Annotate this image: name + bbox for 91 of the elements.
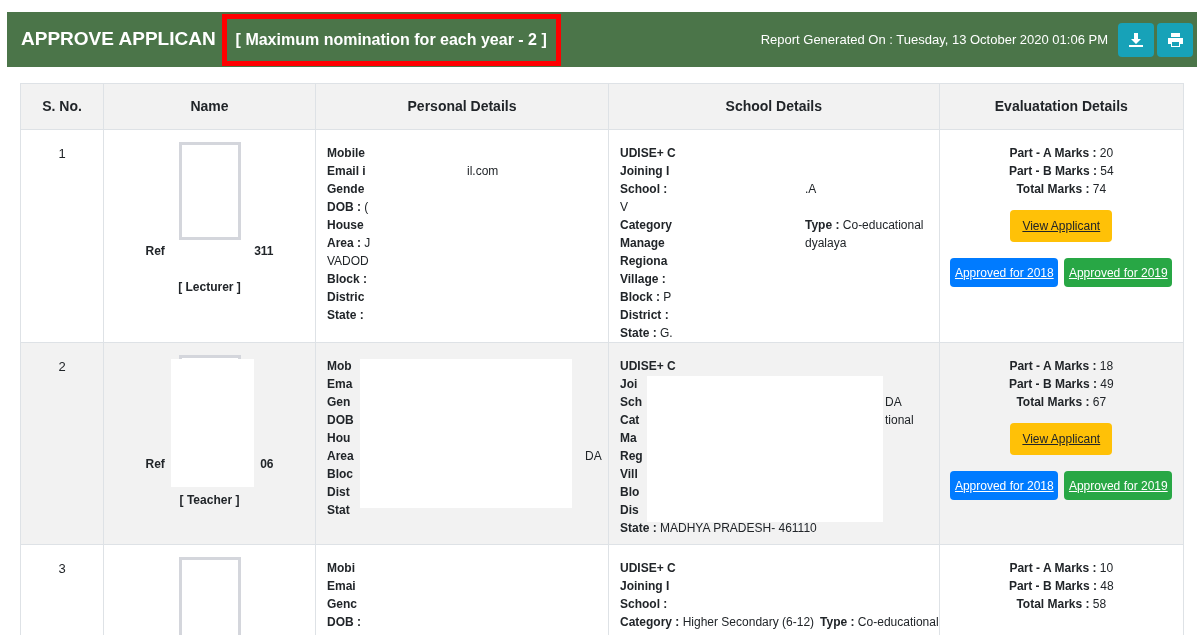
- marks-text: Part - A Marks : 20: [1009, 145, 1114, 162]
- detail-text: Stat: [327, 503, 350, 517]
- detail-text: DOB: [327, 413, 354, 427]
- detail-text: State : MADHYA PRADESH- 461110: [620, 521, 817, 535]
- detail-text: Joi: [620, 377, 638, 391]
- download-icon: [1129, 32, 1143, 47]
- detail-text: DA: [585, 448, 602, 465]
- detail-text: State : G.: [620, 326, 673, 340]
- detail-text: Cat: [620, 413, 640, 427]
- detail-text: Joining I: [620, 164, 670, 178]
- detail-text: Reg: [620, 449, 643, 463]
- detail-text: Mobile: [327, 146, 365, 160]
- approve-button[interactable]: Approved for 2018: [950, 471, 1059, 500]
- serial-number: 2: [58, 359, 66, 374]
- detail-text: Type : Co-educational: [805, 217, 924, 234]
- detail-text: Dist: [327, 485, 350, 499]
- detail-text: School :: [620, 597, 668, 611]
- serial-number: 3: [58, 561, 66, 576]
- detail-text: il.com: [467, 163, 499, 180]
- detail-text: Hou: [327, 431, 351, 445]
- detail-text: UDISE+ C: [620, 146, 676, 160]
- serial-number: 1: [58, 146, 66, 161]
- reference-text: Ref: [145, 243, 165, 260]
- column-header: Evaluatation Details: [939, 83, 1184, 130]
- marks-text: Part - A Marks : 10: [1009, 560, 1114, 577]
- page-title: APPROVE APPLICAN: [21, 27, 216, 52]
- column-header: Name: [103, 83, 316, 130]
- download-button[interactable]: [1118, 22, 1154, 57]
- detail-text: UDISE+ C: [620, 359, 676, 373]
- detail-text: DA: [885, 394, 902, 411]
- detail-text: Gende: [327, 182, 365, 196]
- column-header: School Details: [608, 83, 940, 130]
- detail-text: Emai: [327, 579, 356, 593]
- approve-button[interactable]: Approved for 2018: [950, 258, 1059, 287]
- detail-text: Dis: [620, 503, 639, 517]
- role-label: [ Lecturer ]: [178, 279, 241, 296]
- detail-text: Blo: [620, 485, 640, 499]
- marks-text: Part - B Marks : 54: [1008, 163, 1114, 180]
- report-date: Report Generated On : Tuesday, 13 October 2020 01:06 PM: [760, 30, 1108, 49]
- detail-text: Gen: [327, 395, 351, 409]
- detail-text: Category : Higher Secondary (6-12): [620, 615, 815, 629]
- detail-text: Distric: [327, 290, 365, 304]
- marks-text: Part - B Marks : 48: [1008, 578, 1114, 595]
- view-applicant-button[interactable]: View Applicant: [1010, 210, 1113, 242]
- marks-text: Part - B Marks : 49: [1008, 376, 1114, 393]
- detail-text: Genc: [327, 597, 357, 611]
- detail-text: Area : J: [327, 236, 371, 250]
- detail-text: District :: [620, 308, 669, 322]
- detail-text: Village :: [620, 272, 666, 286]
- column-header: Personal Details: [315, 83, 609, 130]
- detail-text: School :: [620, 182, 668, 196]
- reference-text: 311: [254, 243, 274, 260]
- detail-text: DOB :: [327, 615, 361, 629]
- reference-text: 06: [260, 456, 274, 473]
- role-label: [ Teacher ]: [179, 492, 240, 509]
- detail-text: .A: [805, 181, 817, 198]
- detail-text: State :: [327, 308, 364, 322]
- approve-button[interactable]: Approved for 2019: [1064, 471, 1173, 500]
- marks-text: Total Marks : 74: [1016, 181, 1107, 198]
- detail-text: Block : P: [620, 290, 672, 304]
- detail-text: dyalaya: [805, 235, 847, 252]
- detail-text: Regiona: [620, 254, 668, 268]
- print-button[interactable]: [1157, 22, 1193, 57]
- approve-button[interactable]: Approved for 2019: [1064, 258, 1173, 287]
- detail-text: VADOD: [327, 254, 369, 268]
- detail-text: Mobi: [327, 561, 355, 575]
- reference-text: Ref: [145, 456, 165, 473]
- detail-text: Category: [620, 218, 672, 232]
- detail-text: Vill: [620, 467, 638, 481]
- detail-text: tional: [885, 412, 914, 429]
- detail-text: Block :: [327, 272, 367, 286]
- marks-text: Total Marks : 58: [1016, 596, 1107, 613]
- column-header: S. No.: [20, 83, 104, 130]
- detail-text: UDISE+ C: [620, 561, 676, 575]
- detail-text: Ma: [620, 431, 637, 445]
- detail-text: Bloc: [327, 467, 353, 481]
- detail-text: DOB : (: [327, 200, 369, 214]
- detail-text: Manage: [620, 236, 665, 250]
- detail-text: Sch: [620, 395, 642, 409]
- marks-text: Part - A Marks : 18: [1009, 358, 1114, 375]
- detail-text: Email i: [327, 164, 366, 178]
- detail-text: Ema: [327, 377, 353, 391]
- detail-text: House: [327, 218, 364, 232]
- print-icon: [1167, 32, 1183, 47]
- detail-text: Mob: [327, 359, 352, 373]
- marks-text: Total Marks : 67: [1016, 394, 1107, 411]
- detail-text: V: [620, 200, 628, 214]
- view-applicant-button[interactable]: View Applicant: [1010, 423, 1113, 455]
- detail-text: Area: [327, 449, 354, 463]
- detail-text: Joining I: [620, 579, 670, 593]
- detail-text: Type : Co-educational: [820, 614, 939, 631]
